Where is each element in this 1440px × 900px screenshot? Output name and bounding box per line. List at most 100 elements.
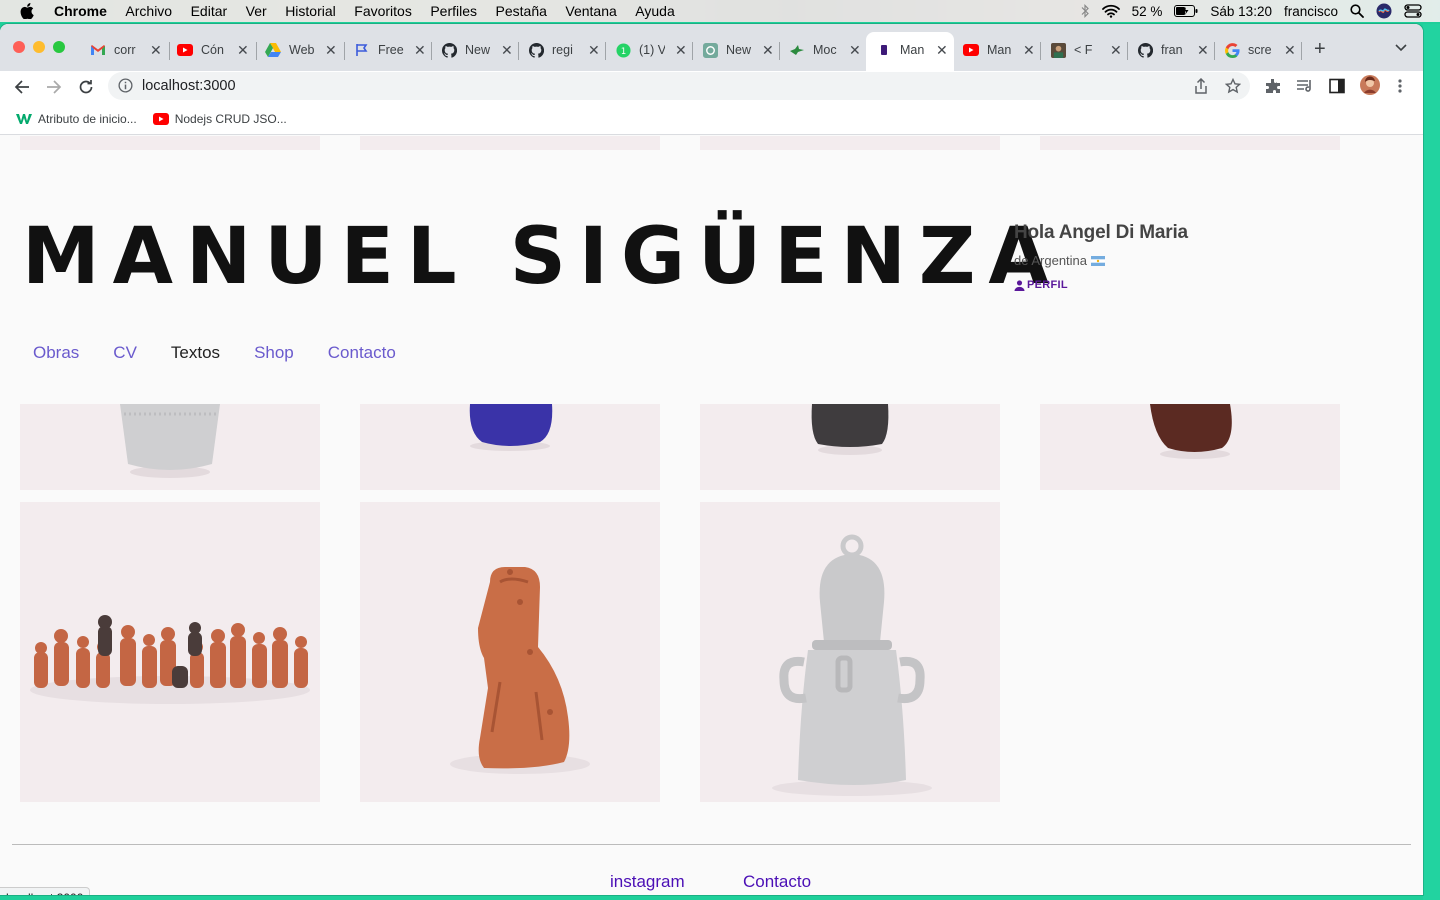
tab-label: Moc: [813, 43, 837, 57]
back-button[interactable]: [12, 77, 32, 97]
close-icon[interactable]: ✕: [588, 42, 600, 59]
footer-instagram-link[interactable]: instagram: [610, 872, 685, 892]
artwork-tile[interactable]: [20, 136, 320, 150]
footer-divider: [12, 844, 1411, 845]
artwork-tile[interactable]: [20, 502, 320, 802]
clock[interactable]: Sáb 13:20: [1210, 4, 1272, 19]
artwork-tile[interactable]: [1040, 404, 1340, 490]
close-icon[interactable]: ✕: [1284, 42, 1296, 59]
tab-youtube-manuel[interactable]: Man ✕: [963, 38, 1035, 62]
menu-ayuda[interactable]: Ayuda: [635, 3, 674, 19]
bookmark-item[interactable]: Nodejs CRUD JSO...: [152, 112, 287, 126]
artwork-tile[interactable]: [360, 404, 660, 490]
page-content: MANUEL SIGÜENZA Hola Angel Di Maria de A…: [0, 136, 1423, 895]
close-icon[interactable]: ✕: [501, 42, 513, 59]
artwork-tile[interactable]: [1040, 136, 1340, 150]
tab-openai[interactable]: New ✕: [702, 38, 774, 62]
menu-pestana[interactable]: Pestaña: [496, 3, 547, 19]
new-tab-button[interactable]: +: [1314, 38, 1326, 61]
artwork-tile[interactable]: [20, 404, 320, 490]
menu-app-name[interactable]: Chrome: [54, 3, 107, 19]
close-window-button[interactable]: [13, 41, 25, 53]
bird-icon: [789, 42, 805, 58]
bluetooth-icon[interactable]: [1080, 4, 1090, 18]
user-name[interactable]: francisco: [1284, 4, 1338, 19]
nav-textos[interactable]: Textos: [171, 343, 220, 363]
artwork-tile[interactable]: [700, 502, 1000, 802]
tab-drive[interactable]: Web ✕: [265, 38, 337, 62]
menu-ventana[interactable]: Ventana: [565, 3, 616, 19]
artwork-image: [450, 567, 590, 774]
tab-github-regi[interactable]: regi ✕: [528, 38, 600, 62]
close-icon[interactable]: ✕: [936, 42, 948, 59]
footer-contact-link[interactable]: Contacto: [743, 872, 811, 892]
close-icon[interactable]: ✕: [325, 42, 337, 59]
close-icon[interactable]: ✕: [414, 42, 426, 59]
battery-icon[interactable]: [1174, 5, 1198, 17]
address-bar[interactable]: localhost:3000: [108, 72, 1250, 100]
artwork-tile[interactable]: [700, 404, 1000, 490]
tab-free[interactable]: Free ✕: [354, 38, 426, 62]
menu-favoritos[interactable]: Favoritos: [354, 3, 412, 19]
close-icon[interactable]: ✕: [762, 42, 774, 59]
nav-contacto[interactable]: Contacto: [328, 343, 396, 363]
youtube-icon: [963, 42, 979, 58]
menu-archivo[interactable]: Archivo: [125, 3, 172, 19]
browser-window: corr ✕ Cón ✕ Web ✕ Free ✕ New ✕ regi ✕ 1…: [0, 24, 1423, 895]
more-menu-icon[interactable]: [1397, 78, 1403, 94]
spotlight-search-icon[interactable]: [1350, 4, 1364, 18]
menu-historial[interactable]: Historial: [285, 3, 336, 19]
wifi-icon[interactable]: [1101, 4, 1120, 18]
close-icon[interactable]: ✕: [675, 42, 687, 59]
tab-github-new[interactable]: New ✕: [441, 38, 513, 62]
bookmark-label: Atributo de inicio...: [38, 112, 137, 126]
tab-mock[interactable]: Moc ✕: [789, 38, 861, 62]
bookmark-star-icon[interactable]: [1225, 78, 1241, 94]
close-icon[interactable]: ✕: [1197, 42, 1209, 59]
site-icon: [876, 42, 892, 58]
tab-gmail[interactable]: corr ✕: [90, 38, 162, 62]
user-greeting: Hola Angel Di Maria: [1014, 222, 1188, 243]
openai-icon: [702, 42, 718, 58]
artwork-tile[interactable]: [700, 136, 1000, 150]
artwork-tile[interactable]: [360, 136, 660, 150]
tab-label: < F: [1074, 43, 1093, 57]
reload-button[interactable]: [76, 77, 96, 97]
tab-youtube[interactable]: Cón ✕: [177, 38, 249, 62]
github-icon: [441, 42, 457, 58]
media-control-icon[interactable]: [1296, 78, 1314, 94]
tab-github-fran[interactable]: fran ✕: [1137, 38, 1209, 62]
profile-link[interactable]: PERFIL: [1014, 279, 1068, 291]
profile-avatar[interactable]: [1360, 75, 1380, 95]
share-icon[interactable]: [1194, 78, 1208, 94]
close-icon[interactable]: ✕: [849, 42, 861, 59]
bookmark-item[interactable]: Atributo de inicio...: [16, 112, 137, 126]
close-icon[interactable]: ✕: [237, 42, 249, 59]
extensions-icon[interactable]: [1265, 78, 1281, 94]
minimize-window-button[interactable]: [33, 41, 45, 53]
nav-obras[interactable]: Obras: [33, 343, 79, 363]
tab-whatsapp[interactable]: 1 (1) V ✕: [615, 38, 687, 62]
artwork-tile[interactable]: [360, 502, 660, 802]
side-panel-icon[interactable]: [1329, 78, 1345, 94]
nav-cv[interactable]: CV: [113, 343, 137, 363]
menu-perfiles[interactable]: Perfiles: [430, 3, 477, 19]
tab-photo[interactable]: < F ✕: [1050, 38, 1122, 62]
github-icon: [1137, 42, 1153, 58]
apple-icon[interactable]: [20, 3, 34, 19]
nav-shop[interactable]: Shop: [254, 343, 294, 363]
close-icon[interactable]: ✕: [1023, 42, 1035, 59]
menu-editar[interactable]: Editar: [191, 3, 228, 19]
forward-button[interactable]: [44, 77, 64, 97]
menu-ver[interactable]: Ver: [246, 3, 267, 19]
youtube-icon: [177, 42, 193, 58]
tab-manuel-active[interactable]: Man ✕: [876, 38, 948, 62]
chevron-down-icon[interactable]: [1394, 42, 1408, 52]
zoom-window-button[interactable]: [53, 41, 65, 53]
control-center-icon[interactable]: [1404, 4, 1422, 18]
close-icon[interactable]: ✕: [150, 42, 162, 59]
info-icon[interactable]: [118, 78, 133, 93]
tab-google[interactable]: scre ✕: [1224, 38, 1296, 62]
close-icon[interactable]: ✕: [1110, 42, 1122, 59]
siri-icon[interactable]: [1376, 3, 1392, 19]
